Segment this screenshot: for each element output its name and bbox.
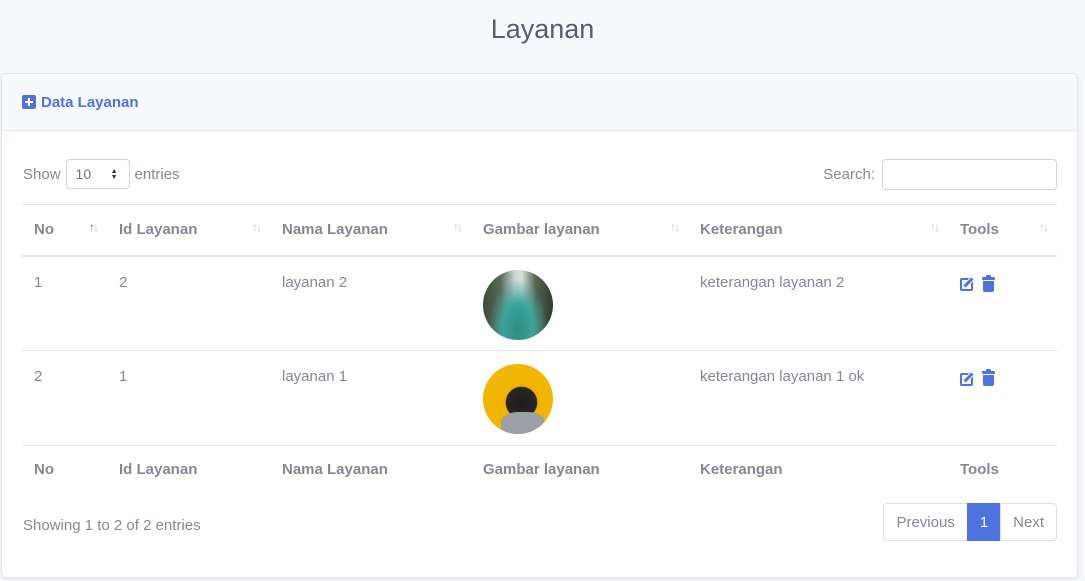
cell-gambar <box>471 350 688 446</box>
table-row: 1 2 layanan 2 keterangan layanan 2 <box>22 256 1057 351</box>
sort-icon: ↑↓ <box>89 220 99 234</box>
sort-icon: ↑↓ <box>453 220 463 234</box>
table-info: Showing 1 to 2 of 2 entries <box>23 517 201 534</box>
entries-label: entries <box>134 165 180 183</box>
data-table: No ↑↓ Id Layanan ↑↓ Nama Layanan ↑↓ Gambar … <box>22 204 1057 494</box>
cell-nama: layanan 1 <box>270 350 471 446</box>
page-1-button[interactable]: 1 <box>966 503 1002 541</box>
data-card: Data Layanan Show 10 ▲ ▼ entries Search: … <box>1 73 1078 578</box>
column-header-keterangan[interactable]: Keterangan ↑↓ <box>688 204 948 257</box>
cell-tools <box>948 350 1057 446</box>
footer-no: No <box>22 445 107 494</box>
pagination: Previous 1 Next <box>883 503 1057 541</box>
trash-icon[interactable] <box>982 369 995 386</box>
cell-id: 2 <box>119 273 128 291</box>
search-box: Search: <box>823 159 1057 190</box>
column-header-gambar-layanan[interactable]: Gambar layanan ↑↓ <box>471 204 688 257</box>
select-arrows-icon: ▲ ▼ <box>110 168 118 181</box>
previous-page-button[interactable]: Previous <box>883 503 968 541</box>
cell-no: 1 <box>34 273 43 291</box>
plus-square-icon[interactable] <box>22 95 36 109</box>
column-header-nama-layanan[interactable]: Nama Layanan ↑↓ <box>270 204 471 257</box>
table-footer-row: No Id Layanan Nama Layanan Gambar layana… <box>22 445 1057 494</box>
sort-icon: ↑↓ <box>670 220 680 234</box>
next-page-button[interactable]: Next <box>1000 503 1057 541</box>
card-header: Data Layanan <box>2 74 1077 131</box>
service-image-mountain-lake <box>483 269 553 340</box>
cell-no: 2 <box>22 350 107 446</box>
cell-nama: layanan 2 <box>282 273 348 291</box>
edit-icon[interactable] <box>960 276 977 291</box>
show-label: Show <box>23 165 61 183</box>
footer-keterangan: Keterangan <box>688 445 948 494</box>
entries-length: Show 10 ▲ ▼ entries <box>23 159 180 189</box>
trash-icon[interactable] <box>982 274 995 292</box>
page-title: Layanan <box>490 14 595 44</box>
service-image-pug <box>483 364 553 434</box>
sort-icon: ↑↓ <box>1039 220 1049 234</box>
sort-icon: ↑↓ <box>930 220 940 234</box>
column-header-tools[interactable]: Tools ↑↓ <box>948 204 1057 257</box>
cell-tools <box>948 256 1057 351</box>
edit-icon[interactable] <box>960 370 977 386</box>
footer-tools: Tools <box>948 445 1057 494</box>
sort-icon: ↑↓ <box>252 220 262 234</box>
cell-keterangan: keterangan layanan 2 <box>700 273 845 291</box>
search-input[interactable] <box>882 159 1057 190</box>
search-label: Search: <box>823 166 875 183</box>
footer-gambar-layanan: Gambar layanan <box>471 445 688 494</box>
cell-id: 1 <box>107 350 270 446</box>
entries-select-value: 10 <box>75 166 92 182</box>
footer-nama-layanan: Nama Layanan <box>270 445 471 494</box>
table-row: 2 1 layanan 1 keterangan layanan 1 ok <box>22 350 1057 446</box>
table-header-row: No ↑↓ Id Layanan ↑↓ Nama Layanan ↑↓ Gambar … <box>22 204 1057 257</box>
footer-id-layanan: Id Layanan <box>107 445 270 494</box>
column-header-no[interactable]: No ↑↓ <box>22 204 107 257</box>
cell-keterangan: keterangan layanan 1 ok <box>688 350 948 446</box>
column-header-id-layanan[interactable]: Id Layanan ↑↓ <box>107 204 270 257</box>
add-data-link[interactable]: Data Layanan <box>41 94 139 111</box>
entries-select[interactable]: 10 ▲ ▼ <box>65 159 130 189</box>
cell-gambar <box>471 256 688 351</box>
